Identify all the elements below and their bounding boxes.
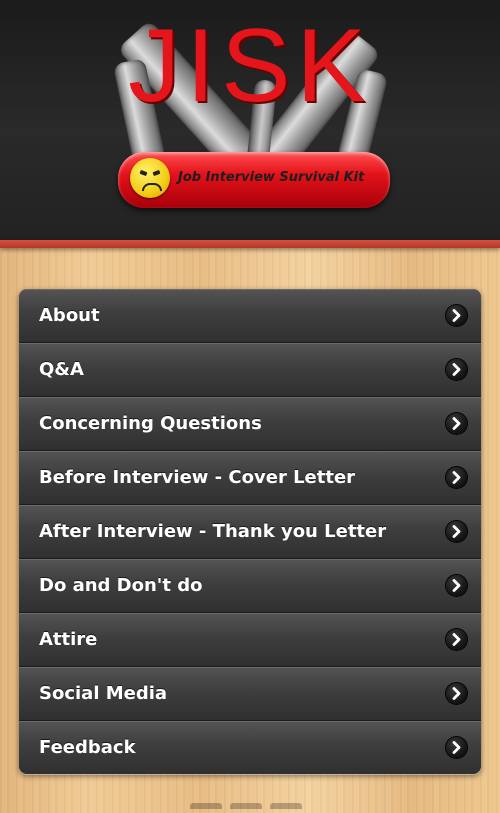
menu-item-qa[interactable]: Q&A xyxy=(19,343,481,397)
tab-peek xyxy=(230,803,262,809)
chevron-right-icon xyxy=(446,737,467,758)
menu-item-label: Concerning Questions xyxy=(39,413,262,434)
menu-item-social-media[interactable]: Social Media xyxy=(19,667,481,721)
tab-peek xyxy=(270,803,302,809)
menu-item-label: Do and Don't do xyxy=(39,575,203,596)
menu-item-cover-letter[interactable]: Before Interview - Cover Letter xyxy=(19,451,481,505)
header-divider xyxy=(0,240,500,248)
chevron-right-icon xyxy=(446,575,467,596)
menu-item-do-and-dont[interactable]: Do and Don't do xyxy=(19,559,481,613)
app-header: JISK Job Interview Survival Kit xyxy=(0,0,500,240)
worried-face-icon xyxy=(130,158,170,198)
menu-item-label: Attire xyxy=(39,629,98,650)
menu-item-label: Before Interview - Cover Letter xyxy=(39,467,356,488)
menu-item-attire[interactable]: Attire xyxy=(19,613,481,667)
menu-item-label: Social Media xyxy=(39,683,168,704)
menu-item-label: Q&A xyxy=(39,359,84,380)
menu-item-label: Feedback xyxy=(39,737,136,758)
bottom-tab-peek xyxy=(190,794,310,809)
menu-item-label: About xyxy=(39,305,100,326)
menu-item-about[interactable]: About xyxy=(19,289,481,343)
main-menu: About Q&A Concerning Questions Before In… xyxy=(19,289,481,774)
chevron-right-icon xyxy=(446,467,467,488)
chevron-right-icon xyxy=(446,359,467,380)
chevron-right-icon xyxy=(446,521,467,542)
menu-item-feedback[interactable]: Feedback xyxy=(19,721,481,774)
chevron-right-icon xyxy=(446,629,467,650)
menu-item-concerning-questions[interactable]: Concerning Questions xyxy=(19,397,481,451)
menu-item-thank-you-letter[interactable]: After Interview - Thank you Letter xyxy=(19,505,481,559)
app-logo: JISK xyxy=(128,8,372,124)
menu-item-label: After Interview - Thank you Letter xyxy=(39,521,387,542)
chevron-right-icon xyxy=(446,413,467,434)
chevron-right-icon xyxy=(446,683,467,704)
knife-handle-banner: Job Interview Survival Kit xyxy=(118,152,390,208)
app-subtitle: Job Interview Survival Kit xyxy=(178,170,365,185)
chevron-right-icon xyxy=(446,305,467,326)
tab-peek xyxy=(190,803,222,809)
